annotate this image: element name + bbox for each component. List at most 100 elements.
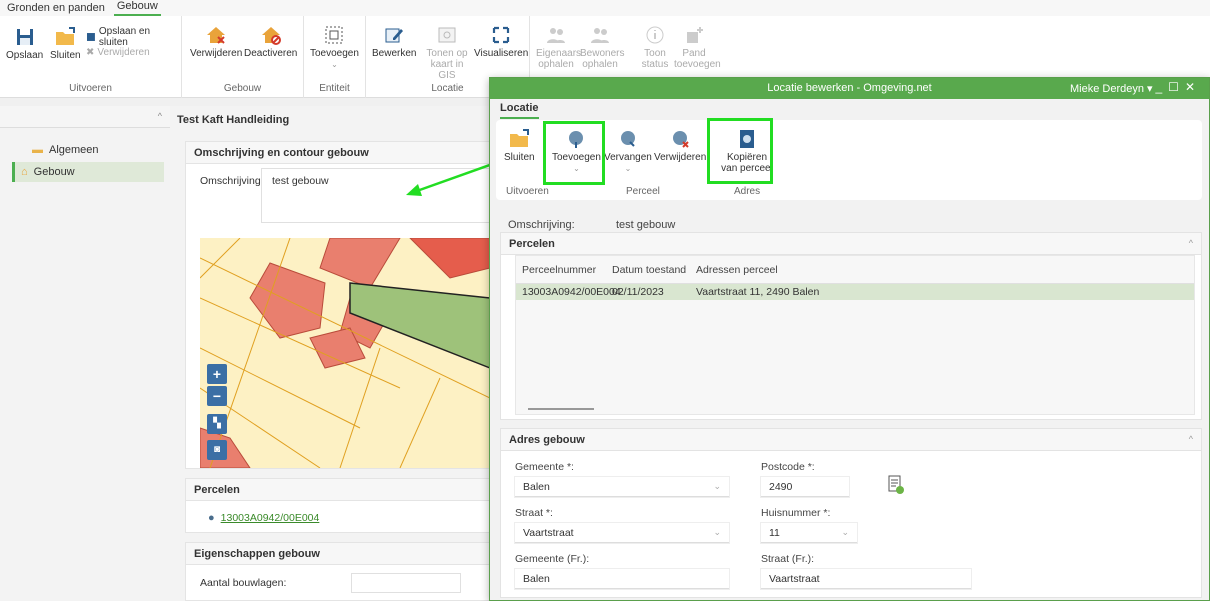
dialog-omschrijving-label: Omschrijving: xyxy=(508,219,575,231)
col-perceelnummer[interactable]: Perceelnummer xyxy=(516,264,608,276)
map-icon xyxy=(438,27,456,43)
omschrijving-label: Omschrijving: xyxy=(200,175,264,187)
people-icon xyxy=(547,28,565,43)
ribbon-group-uitvoeren: Opslaan Sluiten Opslaan en sluiten ✖ Ver… xyxy=(0,16,182,98)
gemeente-fr-label: Gemeente (Fr.): xyxy=(515,553,590,565)
save-icon xyxy=(16,29,33,45)
chevron-down-icon: ⌄ xyxy=(841,527,849,537)
sluiten-button[interactable]: Sluiten xyxy=(50,26,81,61)
globe-replace-icon xyxy=(620,131,635,147)
gemeente-fr-input[interactable]: Balen xyxy=(515,569,729,589)
folder-close-icon xyxy=(510,129,530,147)
bouwlagen-label: Aantal bouwlagen: xyxy=(200,577,287,589)
camera-button[interactable]: ◙ xyxy=(207,440,227,460)
zoom-in-button[interactable]: + xyxy=(207,364,227,384)
window-controls: _☐✕ xyxy=(1155,80,1201,94)
toon-status-button[interactable]: Toon status xyxy=(640,24,670,70)
col-datum-toestand[interactable]: Datum toestand xyxy=(608,264,692,276)
add-entity-icon xyxy=(325,26,343,44)
parcel-map xyxy=(200,238,490,468)
house-delete-icon xyxy=(207,27,226,44)
straat-select[interactable]: Vaartstraat ⌄ xyxy=(515,523,729,543)
ribbon-group-gebouw: Verwijderen Deactiveren Gebouw xyxy=(182,16,304,98)
group-label-entiteit: Entiteit xyxy=(319,83,350,94)
save-close-icon xyxy=(86,33,95,41)
gebouw-deactiveren-button[interactable]: Deactiveren xyxy=(244,24,297,59)
folder-small-icon: ▬ xyxy=(32,144,43,156)
delete-small-icon: ✖ xyxy=(86,47,95,58)
house-deactivate-icon xyxy=(261,27,281,45)
nav-item-algemeen[interactable]: ▬ Algemeen xyxy=(12,140,164,160)
dialog-adres-section: Adres gebouw ^ Gemeente *: Balen ⌄ Postcod… xyxy=(500,428,1202,598)
dialog-sluiten-button[interactable]: Sluiten xyxy=(504,128,535,163)
user-menu[interactable]: Mieke Derdeyn ▾ xyxy=(1070,82,1153,95)
eigenaars-ophalen-button[interactable]: Eigenaars ophalen xyxy=(536,24,581,70)
cell-adres: Vaartstraat 11, 2490 Balen xyxy=(696,286,820,298)
nav-item-gebouw[interactable]: ⌂ Gebouw xyxy=(12,162,164,182)
address-lookup-icon[interactable] xyxy=(887,475,905,495)
dialog-percelen-section: Percelen ^ Perceelnummer Datum toestand A… xyxy=(500,232,1202,420)
dialog-percelen-header[interactable]: Percelen ^ xyxy=(501,233,1201,255)
menu-gebouw[interactable]: Gebouw xyxy=(113,0,161,16)
collapse-icon[interactable]: ^ xyxy=(158,111,162,121)
house-small-icon: ⌂ xyxy=(21,166,28,178)
chevron-down-icon: ⌄ xyxy=(713,527,721,537)
postcode-label: Postcode *: xyxy=(761,461,815,473)
zoom-out-button[interactable]: − xyxy=(207,386,227,406)
verwijderen-small-button[interactable]: ✖ Verwijderen xyxy=(86,47,150,58)
menubar: Gronden en panden Gebouw xyxy=(0,0,1210,16)
straat-fr-input[interactable]: Vaartstraat xyxy=(761,569,971,589)
folder-icon xyxy=(56,27,76,45)
gebouw-verwijderen-button[interactable]: Verwijderen xyxy=(190,24,242,59)
eigenschappen-card-title: Eigenschappen gebouw xyxy=(186,543,489,565)
menu-gronden-en-panden[interactable]: Gronden en panden xyxy=(4,2,108,16)
opslaan-button[interactable]: Opslaan xyxy=(6,26,43,61)
percelen-grid: Perceelnummer Datum toestand Adressen pe… xyxy=(515,255,1195,415)
dialog-omschrijving-value: test gebouw xyxy=(616,219,676,231)
col-adressen-perceel[interactable]: Adressen perceel xyxy=(692,264,1194,276)
pand-toevoegen-button[interactable]: Pand toevoegen xyxy=(674,24,721,70)
opslaan-en-sluiten-button[interactable]: Opslaan en sluiten xyxy=(86,26,181,48)
tonen-op-kaart-button[interactable]: Tonen op kaart in GIS xyxy=(422,24,472,81)
map-view[interactable]: + − ▚ ◙ xyxy=(200,238,490,468)
ribbon-group-entiteit: Toevoegen ⌄ Entiteit xyxy=(304,16,366,98)
eigenschappen-card: Eigenschappen gebouw Aantal bouwlagen: xyxy=(185,542,490,601)
layers-button[interactable]: ▚ xyxy=(207,414,227,434)
dialog-adres-header[interactable]: Adres gebouw ^ xyxy=(501,429,1201,451)
table-row[interactable]: 13003A0942/00E004 02/11/2023 Vaartstraat… xyxy=(516,284,1194,300)
gemeente-label: Gemeente *: xyxy=(515,461,574,473)
entiteit-toevoegen-button[interactable]: Toevoegen ⌄ xyxy=(310,24,359,70)
cell-datum: 02/11/2023 xyxy=(612,286,664,298)
cell-perceelnummer: 13003A0942/00E004 xyxy=(522,286,621,298)
dialog-group-perceel: Perceel xyxy=(626,186,660,197)
minimize-icon[interactable]: _ xyxy=(1155,80,1168,94)
close-icon[interactable]: ✕ xyxy=(1185,80,1201,94)
add-building-icon xyxy=(687,27,703,43)
chevron-up-icon[interactable]: ^ xyxy=(1189,238,1193,248)
bouwlagen-input[interactable] xyxy=(351,573,461,593)
visualiseren-button[interactable]: Visualiseren xyxy=(474,24,528,59)
chevron-down-icon: ⌄ xyxy=(713,481,721,491)
tab-locatie[interactable]: Locatie xyxy=(500,102,539,119)
postcode-input[interactable]: 2490 xyxy=(761,477,849,497)
straat-fr-label: Straat (Fr.): xyxy=(761,553,815,565)
chevron-up-icon[interactable]: ^ xyxy=(1189,434,1193,444)
huisnummer-select[interactable]: 11 ⌄ xyxy=(761,523,857,543)
perceel-link[interactable]: 13003A0942/00E004 xyxy=(221,512,320,524)
dialog-titlebar: Locatie bewerken - Omgeving.net Mieke De… xyxy=(490,78,1209,99)
bewoners-ophalen-button[interactable]: Bewoners ophalen xyxy=(580,24,624,70)
gemeente-select[interactable]: Balen ⌄ xyxy=(515,477,729,497)
residents-icon xyxy=(591,28,609,43)
dialog-verwijderen-button[interactable]: Verwijderen xyxy=(654,128,706,163)
locatie-bewerken-dialog: Locatie bewerken - Omgeving.net Mieke De… xyxy=(489,77,1210,601)
dialog-vervangen-button[interactable]: Vervangen ⌄ xyxy=(604,128,652,174)
straat-label: Straat *: xyxy=(515,507,553,519)
maximize-icon[interactable]: ☐ xyxy=(1168,80,1185,94)
page-title: Test Kaft Handleiding xyxy=(177,114,290,126)
edit-map-icon xyxy=(385,28,404,43)
dialog-group-adres: Adres xyxy=(734,186,761,197)
horizontal-scrollbar[interactable] xyxy=(528,408,594,410)
parcel-pin-icon: ● xyxy=(208,512,215,524)
group-label-gebouw: Gebouw xyxy=(223,83,262,94)
locatie-bewerken-button[interactable]: Bewerken xyxy=(372,24,416,59)
